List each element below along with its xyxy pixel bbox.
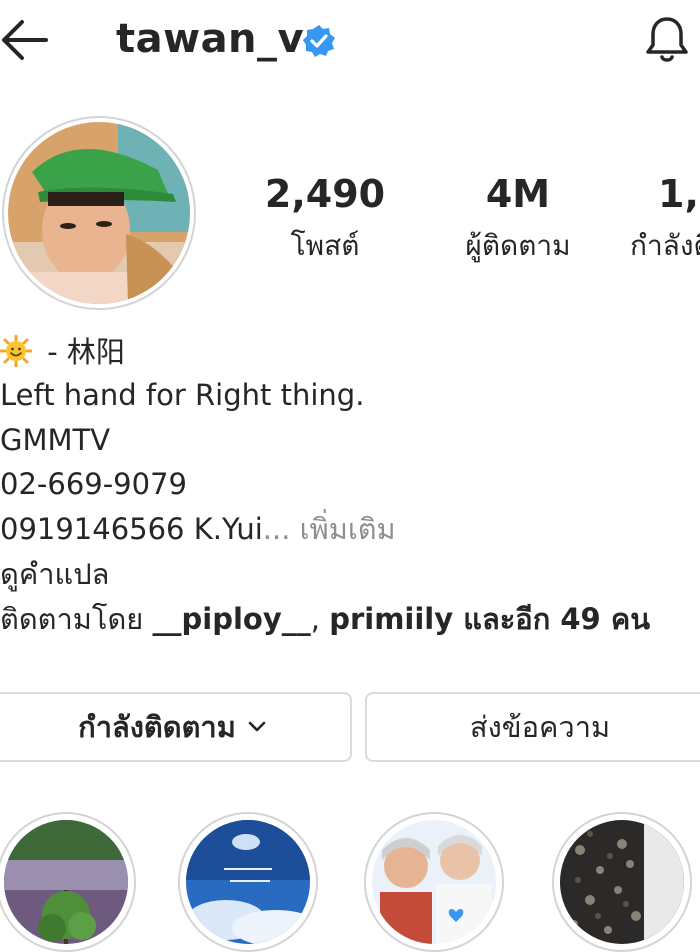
see-translation-link[interactable]: ดูคำแปล xyxy=(0,552,109,596)
posts-count: 2,490 xyxy=(264,172,386,216)
followers-label[interactable]: ผู้ติดตาม xyxy=(448,226,588,266)
bio-phone[interactable]: 02-669-9079 xyxy=(0,462,187,506)
bio-name: - 林阳 xyxy=(0,330,125,374)
message-button-label: ส่งข้อความ xyxy=(469,710,611,744)
followers-count[interactable]: 4M xyxy=(448,172,588,216)
bio-line: GMMTV xyxy=(0,423,111,457)
story-highlight[interactable] xyxy=(372,820,496,944)
bell-icon[interactable] xyxy=(644,14,690,64)
following-label[interactable]: กำลังติ xyxy=(630,226,700,266)
story-highlight[interactable] xyxy=(4,820,128,944)
story-highlight[interactable] xyxy=(186,820,310,944)
followed-user-link[interactable]: __piploy__ xyxy=(153,602,311,636)
see-more-link[interactable]: เพิ่มเติม xyxy=(290,512,396,546)
followed-by[interactable]: ติดตามโดย __piploy__, primiily และอีก 49… xyxy=(0,597,650,641)
message-button[interactable]: ส่งข้อความ xyxy=(365,692,700,762)
followed-comma: , xyxy=(310,602,330,636)
bio-name-text: - 林阳 xyxy=(38,335,125,369)
following-button-label: กำลังติดตาม xyxy=(78,710,236,744)
sun-emoji-icon xyxy=(0,334,33,368)
bio-line: Left hand for Right thing. xyxy=(0,378,365,412)
followed-by-prefix: ติดตามโดย xyxy=(0,602,153,636)
following-count[interactable]: 1,0 xyxy=(658,172,700,216)
followed-user-link[interactable]: primiily xyxy=(329,602,453,636)
story-highlight[interactable] xyxy=(560,820,684,944)
more-ellipsis: ... xyxy=(262,512,291,546)
profile-username: tawan_v xyxy=(116,16,305,62)
back-arrow-icon[interactable] xyxy=(0,18,52,62)
bio-line: 0919146566 K.Yui... เพิ่มเติม xyxy=(0,507,396,551)
bio-contact-text: 0919146566 K.Yui xyxy=(0,512,263,546)
verified-badge-icon xyxy=(302,24,336,58)
chevron-down-icon xyxy=(248,721,266,732)
profile-avatar[interactable] xyxy=(8,122,190,304)
followed-by-suffix[interactable]: และอีก 49 คน xyxy=(453,602,650,636)
posts-label: โพสต์ xyxy=(290,229,360,262)
following-button[interactable]: กำลังติดตาม xyxy=(0,692,352,762)
